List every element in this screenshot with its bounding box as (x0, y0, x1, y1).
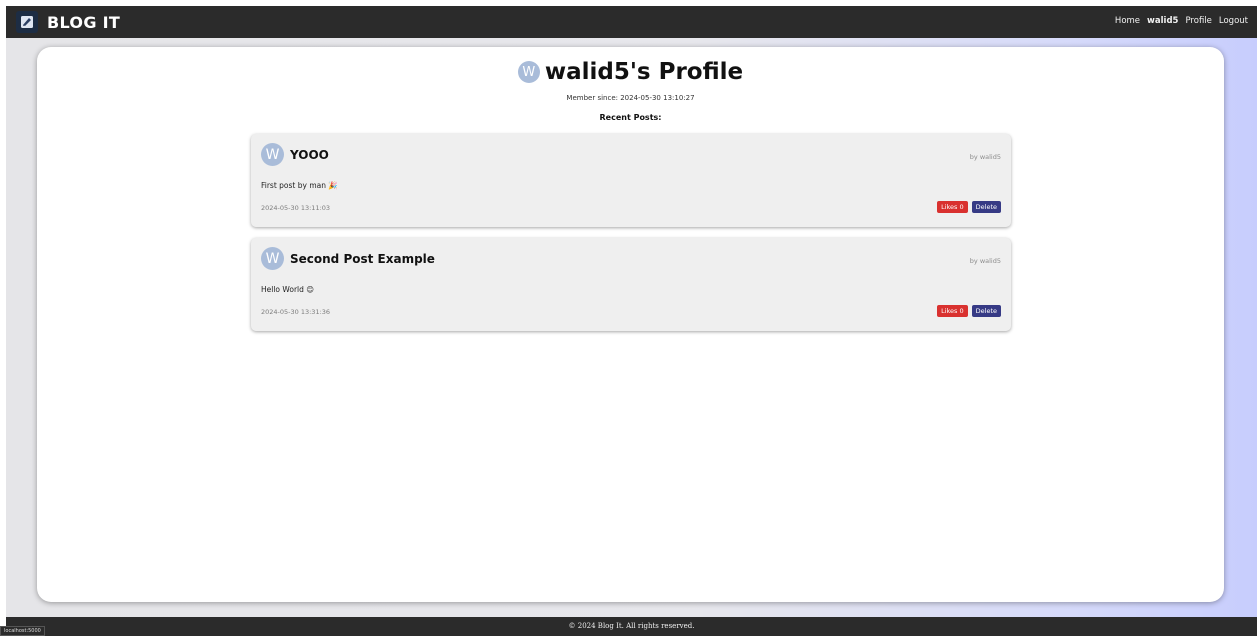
status-bar-url: localhost:5000 (0, 626, 45, 636)
nav-links: Home walid5 Profile Logout (1115, 16, 1248, 26)
delete-button[interactable]: Delete (971, 305, 1001, 317)
post-header: W YOOO (261, 143, 329, 166)
post-date: 2024-05-30 13:31:36 (261, 308, 331, 316)
likes-button[interactable]: Likes 0 (937, 201, 968, 213)
likes-button[interactable]: Likes 0 (937, 305, 968, 317)
nav-home[interactable]: Home (1115, 16, 1140, 26)
post-date: 2024-05-30 13:11:03 (261, 204, 331, 212)
avatar: W (261, 143, 284, 166)
nav-logout[interactable]: Logout (1219, 16, 1248, 26)
post-author: by walid5 (969, 153, 1001, 161)
post-card: W YOOO by walid5 First post by man 🎉 202… (251, 134, 1011, 227)
post-actions: Likes 0 Delete (937, 305, 1001, 317)
page-title: walid5's Profile (544, 59, 744, 85)
post-header: W Second Post Example (261, 247, 435, 270)
post-actions: Likes 0 Delete (937, 201, 1001, 213)
profile-card: W walid5's Profile Member since: 2024-05… (37, 47, 1224, 602)
avatar: W (517, 61, 540, 83)
top-navbar: BLOG IT Home walid5 Profile Logout (6, 6, 1257, 38)
brand-name: BLOG IT (47, 12, 121, 32)
recent-posts-heading: Recent Posts: (599, 113, 662, 122)
nav-username[interactable]: walid5 (1147, 16, 1178, 26)
nav-profile[interactable]: Profile (1185, 16, 1211, 26)
brand-logo-icon (16, 11, 38, 33)
post-title[interactable]: YOOO (290, 148, 329, 162)
post-card: W Second Post Example by walid5 Hello Wo… (251, 238, 1011, 331)
member-since: Member since: 2024-05-30 13:10:27 (566, 94, 695, 102)
post-body: Hello World 😊 (261, 285, 315, 294)
delete-button[interactable]: Delete (971, 201, 1001, 213)
post-author: by walid5 (969, 257, 1001, 265)
profile-header: W walid5's Profile (37, 59, 1224, 85)
post-body: First post by man 🎉 (261, 181, 338, 190)
post-title[interactable]: Second Post Example (290, 252, 435, 266)
footer-copyright: © 2024 Blog It. All rights reserved. (568, 622, 695, 630)
avatar: W (261, 247, 284, 270)
footer: © 2024 Blog It. All rights reserved. (6, 617, 1257, 636)
brand[interactable]: BLOG IT (16, 10, 120, 34)
page-background: BLOG IT Home walid5 Profile Logout W wal… (6, 6, 1257, 636)
